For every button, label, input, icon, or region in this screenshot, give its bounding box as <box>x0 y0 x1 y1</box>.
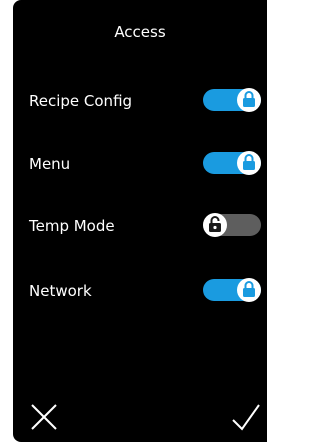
toggle-knob <box>237 278 261 302</box>
lock-icon <box>243 154 255 170</box>
cancel-button[interactable] <box>29 402 59 432</box>
setting-row-menu: Menu <box>29 151 261 176</box>
lock-icon <box>243 281 255 297</box>
confirm-button[interactable] <box>231 402 261 432</box>
setting-label: Menu <box>29 155 71 173</box>
lock-icon <box>243 91 255 107</box>
setting-label: Temp Mode <box>29 217 115 235</box>
close-icon <box>31 404 57 430</box>
page-title: Access <box>114 23 166 41</box>
setting-row-network: Network <box>29 278 261 303</box>
setting-label: Recipe Config <box>29 92 133 110</box>
setting-label: Network <box>29 282 92 300</box>
temp-mode-toggle[interactable] <box>203 213 261 237</box>
setting-row-temp-mode: Temp Mode <box>29 213 261 238</box>
network-toggle[interactable] <box>203 278 261 302</box>
toggle-knob <box>237 88 261 112</box>
toggle-knob <box>237 151 261 175</box>
checkmark-icon <box>232 404 260 431</box>
recipe-config-toggle[interactable] <box>203 88 261 112</box>
setting-row-recipe-config: Recipe Config <box>29 88 261 113</box>
access-screen: Access Recipe Config Menu Temp Mode Netw… <box>13 0 267 442</box>
toggle-knob <box>203 213 227 237</box>
menu-toggle[interactable] <box>203 151 261 175</box>
unlock-icon <box>209 216 221 232</box>
